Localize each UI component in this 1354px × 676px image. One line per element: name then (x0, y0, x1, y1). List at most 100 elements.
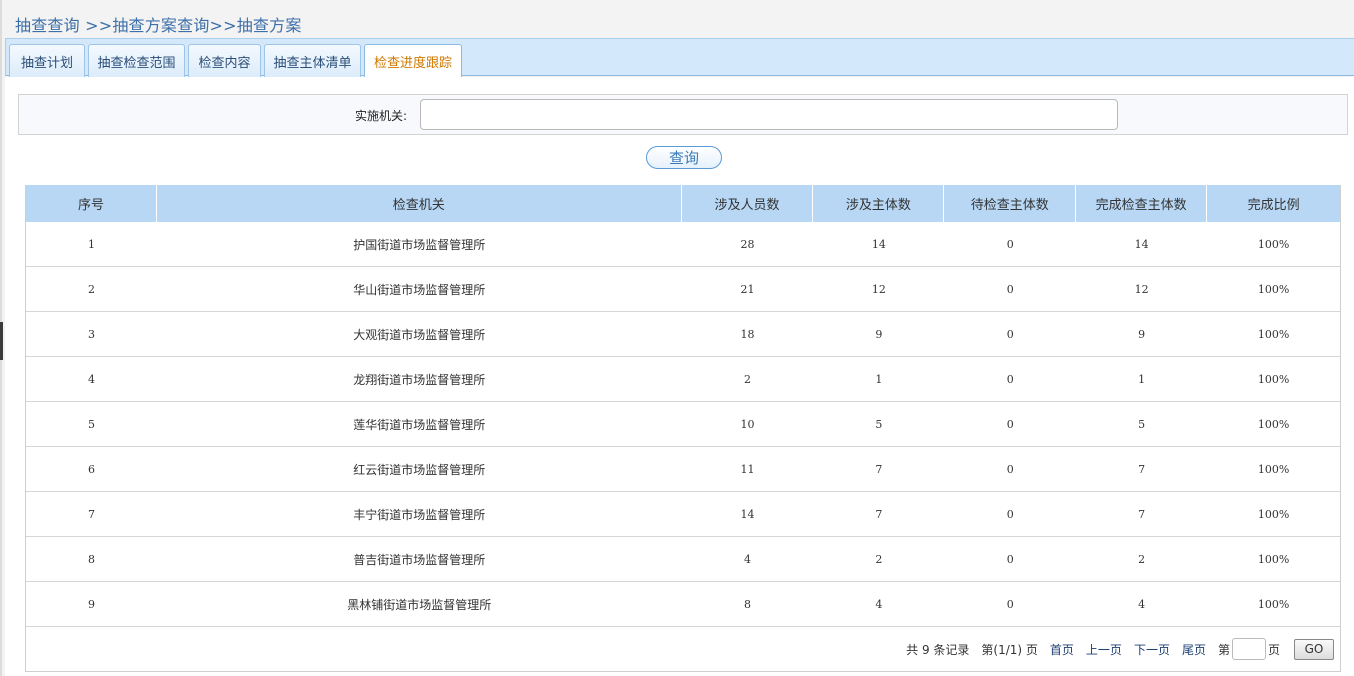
cell-subjects: 7 (875, 462, 883, 476)
main-content: 实施机关: 查询 序号 检查机关 涉及人员数 涉及主体数 待检查主体数 完成检查… (5, 77, 1354, 676)
cell-pending: 0 (1006, 552, 1014, 566)
table-row: 2 华山街道市场监督管理所 21 12 0 12 100% (26, 267, 1340, 312)
cell-agency: 大观街道市场监督管理所 (353, 327, 486, 342)
cell-pending: 0 (1006, 507, 1014, 521)
cell-completed: 2 (1138, 552, 1146, 566)
tab-plan[interactable]: 抽查计划 (9, 44, 85, 77)
header-pending: 待检查主体数 (944, 185, 1077, 222)
cell-pending: 0 (1006, 462, 1014, 476)
cell-agency: 护国街道市场监督管理所 (353, 237, 486, 252)
go-button[interactable]: GO (1294, 638, 1334, 660)
table-row: 4 龙翔街道市场监督管理所 2 1 0 1 100% (26, 357, 1340, 402)
cell-personnel: 18 (740, 327, 755, 341)
cell-index: 1 (87, 237, 95, 251)
table-row: 7 丰宁街道市场监督管理所 14 7 0 7 100% (26, 492, 1340, 537)
pager-goto-suffix: 页 (1267, 642, 1280, 657)
table-row: 1 护国街道市场监督管理所 28 14 0 14 100% (26, 222, 1340, 267)
table-row: 3 大观街道市场监督管理所 18 9 0 9 100% (26, 312, 1340, 357)
tab-content[interactable]: 检查内容 (188, 44, 261, 77)
cell-pending: 0 (1006, 327, 1014, 341)
filter-panel: 实施机关: (18, 94, 1348, 135)
breadcrumb-level1[interactable]: 抽查查询 (15, 16, 80, 35)
header-ratio: 完成比例 (1247, 198, 1300, 213)
cell-subjects: 2 (875, 552, 883, 566)
cell-completed: 5 (1138, 417, 1146, 431)
cell-personnel: 4 (743, 552, 751, 566)
cell-personnel: 14 (740, 507, 755, 521)
cell-subjects: 7 (875, 507, 883, 521)
query-button[interactable]: 查询 (646, 146, 722, 169)
cell-agency: 红云街道市场监督管理所 (353, 462, 486, 477)
cell-ratio: 100% (1257, 597, 1290, 611)
cell-personnel: 10 (740, 417, 755, 431)
cell-completed: 7 (1138, 507, 1146, 521)
cell-subjects: 4 (875, 597, 883, 611)
cell-index: 5 (87, 417, 95, 431)
cell-subjects: 5 (875, 417, 883, 431)
cell-index: 7 (87, 507, 95, 521)
cell-index: 4 (87, 372, 95, 386)
table-row: 8 普吉街道市场监督管理所 4 2 0 2 100% (26, 537, 1340, 582)
pagination: 共 9 条记录 第(1/1) 页 首页 上一页 下一页 尾页 第 页 GO (26, 627, 1340, 671)
cell-personnel: 2 (743, 372, 751, 386)
cell-agency: 普吉街道市场监督管理所 (353, 552, 486, 567)
pager-last-link[interactable]: 尾页 (1182, 641, 1206, 658)
breadcrumb-separator: >> (79, 16, 113, 35)
pager-next-link[interactable]: 下一页 (1134, 641, 1170, 658)
cell-subjects: 1 (875, 372, 883, 386)
cell-agency: 龙翔街道市场监督管理所 (353, 372, 486, 387)
cell-completed: 9 (1138, 327, 1146, 341)
cell-ratio: 100% (1257, 417, 1290, 431)
cell-pending: 0 (1006, 237, 1014, 251)
cell-agency: 华山街道市场监督管理所 (353, 282, 486, 297)
header-index: 序号 (26, 185, 157, 222)
cell-index: 9 (87, 597, 95, 611)
tab-scope[interactable]: 抽查检查范围 (88, 44, 185, 77)
cell-index: 3 (87, 327, 95, 341)
cell-completed: 7 (1138, 462, 1146, 476)
header-personnel: 涉及人员数 (682, 185, 814, 222)
cell-personnel: 28 (740, 237, 755, 251)
cell-ratio: 100% (1257, 327, 1290, 341)
header-agency: 检查机关 (157, 185, 682, 222)
cell-completed: 4 (1138, 597, 1146, 611)
header-completed: 完成检查主体数 (1076, 185, 1208, 222)
pager-page-info: 第(1/1) 页 (981, 642, 1038, 657)
cell-subjects: 14 (871, 237, 886, 251)
cell-personnel: 8 (743, 597, 751, 611)
breadcrumb-level2[interactable]: 抽查方案查询 (112, 16, 209, 35)
cell-subjects: 12 (871, 282, 886, 296)
pager-total: 共 9 条记录 (906, 642, 970, 657)
filter-label: 实施机关: (355, 109, 408, 123)
tab-bar: 抽查计划 抽查检查范围 检查内容 抽查主体清单 检查进度跟踪 (5, 38, 1354, 78)
cell-index: 6 (87, 462, 95, 476)
tab-progress[interactable]: 检查进度跟踪 (364, 44, 462, 78)
cell-index: 8 (87, 552, 95, 566)
cell-completed: 12 (1134, 282, 1149, 296)
header-subjects: 涉及主体数 (813, 185, 945, 222)
cell-ratio: 100% (1257, 507, 1290, 521)
cell-ratio: 100% (1257, 237, 1290, 251)
tab-subject-list[interactable]: 抽查主体清单 (264, 44, 361, 77)
cell-agency: 黑林铺街道市场监督管理所 (347, 597, 492, 612)
cell-completed: 1 (1138, 372, 1146, 386)
table-header: 序号 检查机关 涉及人员数 涉及主体数 待检查主体数 完成检查主体数 完成比例 (26, 185, 1340, 222)
cell-ratio: 100% (1257, 462, 1290, 476)
breadcrumb-separator: >> (209, 16, 237, 35)
cell-completed: 14 (1134, 237, 1149, 251)
cell-subjects: 9 (875, 327, 883, 341)
cell-ratio: 100% (1257, 552, 1290, 566)
pager-first-link[interactable]: 首页 (1050, 641, 1074, 658)
breadcrumb: 抽查查询 >>抽查方案查询>>抽查方案 (15, 12, 302, 36)
table-row: 6 红云街道市场监督管理所 11 7 0 7 100% (26, 447, 1340, 492)
cell-personnel: 11 (740, 462, 755, 476)
cell-pending: 0 (1006, 372, 1014, 386)
agency-input[interactable] (420, 99, 1118, 130)
table-row: 9 黑林铺街道市场监督管理所 8 4 0 4 100% (26, 582, 1340, 627)
cell-personnel: 21 (740, 282, 755, 296)
pager-prev-link[interactable]: 上一页 (1086, 641, 1122, 658)
cell-pending: 0 (1006, 417, 1014, 431)
page-number-input[interactable] (1231, 638, 1266, 660)
cell-ratio: 100% (1257, 282, 1290, 296)
table-row: 5 莲华街道市场监督管理所 10 5 0 5 100% (26, 402, 1340, 447)
